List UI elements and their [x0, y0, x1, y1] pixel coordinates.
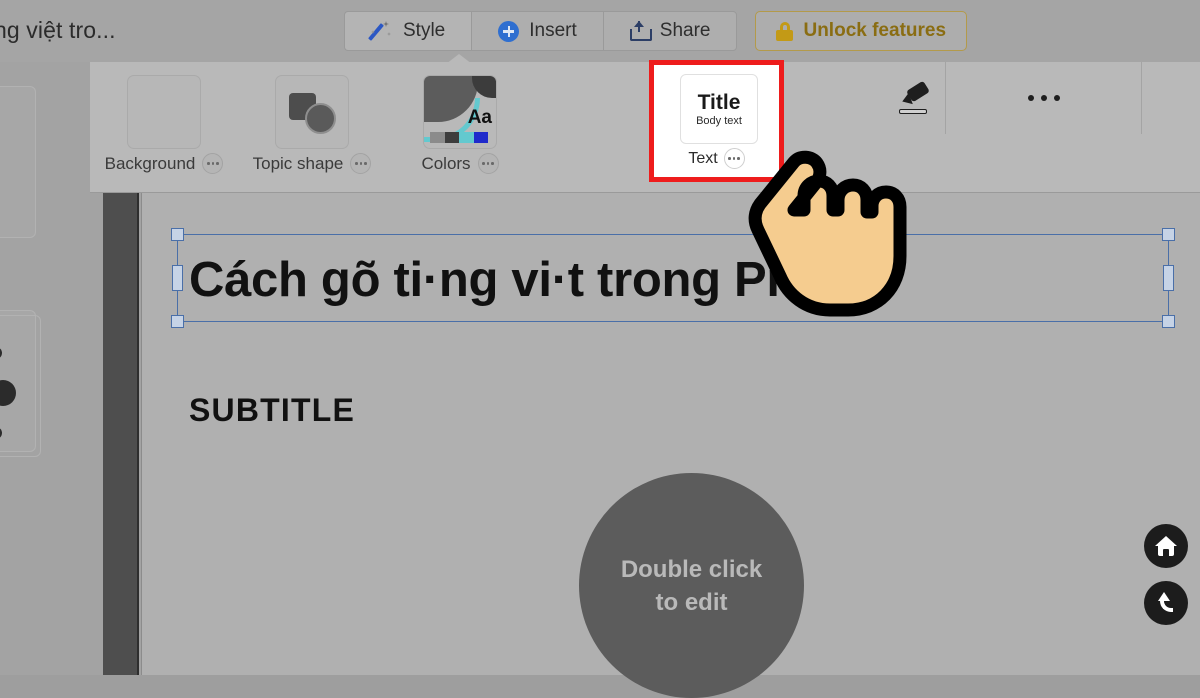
- colors-aa-glyph: Aa: [467, 107, 492, 128]
- color-swatch-row: [430, 132, 488, 143]
- colors-label: Colors: [421, 153, 471, 173]
- style-panel-caret: [446, 54, 472, 64]
- topic-shape-more-icon[interactable]: [350, 153, 372, 174]
- resize-handle-middle-left[interactable]: [172, 265, 183, 291]
- back-button[interactable]: [1144, 581, 1188, 625]
- background-thumbnail[interactable]: [127, 75, 201, 149]
- style-option-background[interactable]: Background: [90, 62, 238, 192]
- tab-insert[interactable]: Insert: [471, 11, 603, 51]
- lock-icon: [776, 21, 794, 41]
- more-options-icon: [1027, 95, 1060, 101]
- more-options-button[interactable]: [946, 62, 1142, 134]
- shape-text-line-2: to edit: [655, 588, 728, 616]
- pointing-hand-cursor: [748, 150, 907, 317]
- unlock-features-label: Unlock features: [803, 20, 947, 41]
- home-button[interactable]: [1144, 524, 1188, 568]
- topic-shape-label: Topic shape: [252, 153, 344, 173]
- text-label: Text: [688, 149, 718, 167]
- curved-arrow-icon: [1155, 592, 1177, 614]
- background-more-icon[interactable]: [202, 153, 224, 174]
- tab-insert-label: Insert: [529, 20, 577, 41]
- resize-handle-bottom-right[interactable]: [1162, 315, 1175, 328]
- brush-tool-button[interactable]: [1142, 62, 1200, 134]
- shape-text-line-1: Double click: [620, 555, 763, 583]
- document-title[interactable]: ng việt tro...: [0, 17, 116, 44]
- colors-thumbnail[interactable]: Aa: [423, 75, 497, 149]
- text-preview-body: Body text: [696, 114, 742, 127]
- marker-tool-button[interactable]: [885, 62, 946, 134]
- text-preview-title: Title: [697, 90, 741, 114]
- topic-shape-thumbnail[interactable]: [275, 75, 349, 149]
- unlock-features-button[interactable]: Unlock features: [755, 11, 968, 51]
- style-option-topic-shape[interactable]: Topic shape: [238, 62, 386, 192]
- panel-tool-group: Layout: [885, 62, 1200, 192]
- tab-style[interactable]: Style: [344, 11, 472, 51]
- marker-icon: [898, 80, 932, 115]
- topic-circle-shape[interactable]: Double click to edit: [579, 473, 804, 698]
- background-label: Background: [104, 153, 196, 173]
- tab-share-label: Share: [659, 20, 711, 41]
- top-tab-group: Style Insert Share Unlock features: [344, 11, 968, 51]
- resize-handle-top-right[interactable]: [1162, 228, 1175, 241]
- style-option-colors[interactable]: Aa Colors: [386, 62, 534, 192]
- share-upload-icon: [629, 21, 652, 41]
- top-toolbar: ng việt tro... Style Insert Share Unlock…: [0, 0, 1200, 63]
- plus-circle-icon: [498, 20, 520, 42]
- resize-handle-bottom-left[interactable]: [171, 315, 184, 328]
- slide-thumbnail-1[interactable]: [0, 86, 36, 238]
- tab-style-label: Style: [403, 20, 446, 41]
- style-option-list: Background Topic shape Aa Colors: [90, 62, 534, 192]
- style-options-panel: Background Topic shape Aa Colors: [90, 62, 1200, 193]
- text-thumbnail[interactable]: Title Body text: [680, 74, 758, 144]
- slide-thumbnail-sidebar[interactable]: [0, 62, 103, 675]
- home-icon: [1155, 536, 1177, 556]
- resize-handle-top-left[interactable]: [171, 228, 184, 241]
- magic-wand-icon: [368, 20, 393, 42]
- slide-subtitle-text[interactable]: SUBTITLE: [189, 392, 355, 429]
- tab-share[interactable]: Share: [602, 11, 738, 51]
- slide-title-text[interactable]: Cách gõ ti·ng vi·t trong Pre: [189, 244, 1189, 316]
- colors-more-icon[interactable]: [477, 153, 499, 174]
